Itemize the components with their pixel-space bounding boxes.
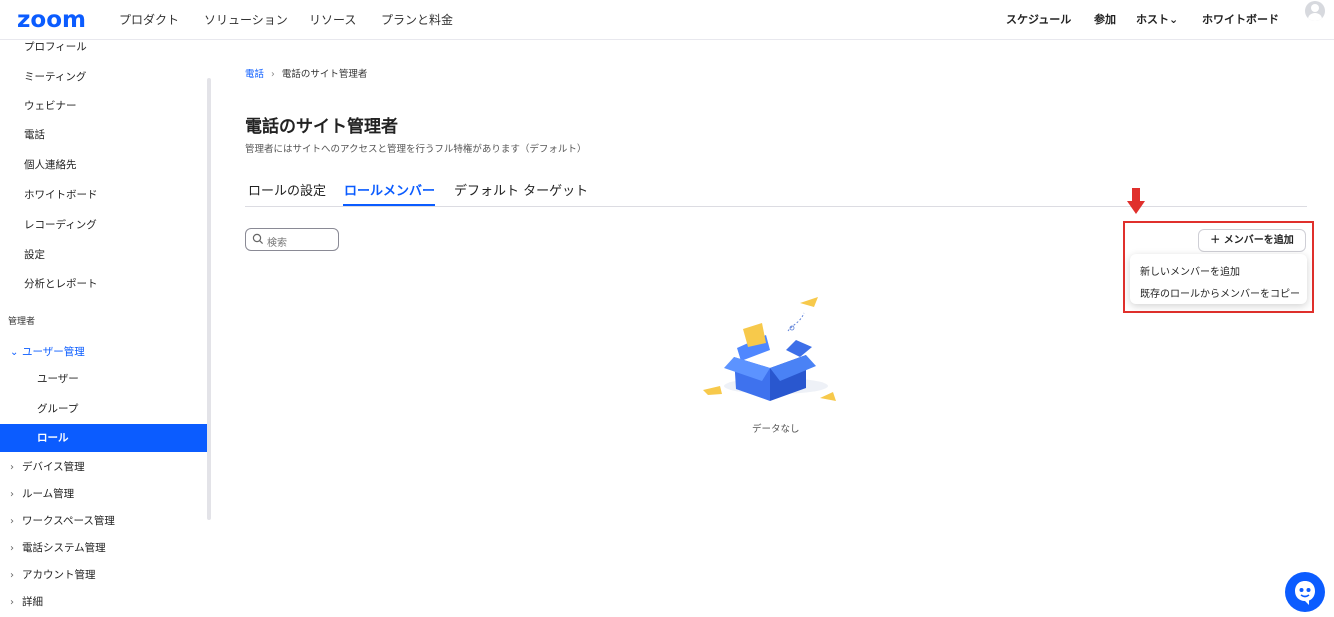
sidebar-item-room-management[interactable]: › ルーム管理 [0,480,207,508]
sidebar-item-recordings[interactable]: レコーディング [0,211,207,239]
page-title: 電話のサイト管理者 [245,117,398,137]
sidebar-item-advanced[interactable]: › 詳細 [0,588,207,616]
chevron-right-icon: › [10,570,14,581]
sidebar-item-workspace-management[interactable]: › ワークスペース管理 [0,507,207,535]
chat-support-button[interactable] [1285,572,1325,612]
tab-role-settings[interactable]: ロールの設定 [248,180,326,199]
sidebar-item-whiteboard[interactable]: ホワイトボード [0,181,207,209]
sidebar-item-label: デバイス管理 [22,461,85,473]
sidebar-item-users[interactable]: ユーザー [0,365,207,393]
chevron-right-icon: › [10,516,14,527]
admin-section-label: 管理者 [8,317,36,327]
sidebar-item-account-management[interactable]: › アカウント管理 [0,561,207,589]
sidebar-item-webinars[interactable]: ウェビナー [0,92,207,120]
sidebar: プロフィール ミーティング ウェビナー 電話 個人連絡先 ホワイトボード レコー… [0,40,212,617]
sidebar-item-reports[interactable]: 分析とレポート [0,270,207,298]
nav-solutions[interactable]: ソリューション [204,11,288,28]
nav-host[interactable]: ホスト⌄ [1136,11,1178,27]
arrow-down-icon [1127,188,1145,214]
tab-role-members[interactable]: ロールメンバー [344,180,435,199]
nav-products[interactable]: プロダクト [119,11,179,28]
sidebar-item-settings[interactable]: 設定 [0,241,207,269]
empty-state-text: データなし [752,424,800,435]
sidebar-item-label: ユーザー管理 [22,346,85,358]
add-member-button[interactable]: ＋ メンバーを追加 [1198,229,1306,252]
sidebar-item-profile[interactable]: プロフィール [0,33,207,61]
sidebar-item-label: 詳細 [22,596,43,608]
menu-item-add-new-member[interactable]: 新しいメンバーを追加 [1140,263,1240,278]
sidebar-item-label: ワークスペース管理 [22,515,115,527]
breadcrumb-current: 電話のサイト管理者 [281,69,368,80]
nav-plans-pricing[interactable]: プランと料金 [381,11,453,28]
nav-join[interactable]: 参加 [1094,11,1116,27]
active-tab-indicator [343,204,435,206]
tab-default-target[interactable]: デフォルト ターゲット [454,180,588,199]
menu-item-copy-from-role[interactable]: 既存のロールからメンバーをコピー [1140,285,1300,300]
breadcrumb-separator: › [271,69,275,80]
sidebar-item-label: ルーム管理 [22,488,75,500]
sidebar-item-meetings[interactable]: ミーティング [0,63,207,91]
search-input[interactable]: 検索 [245,228,339,251]
chevron-right-icon: › [10,462,14,473]
avatar[interactable] [1305,1,1325,21]
sidebar-item-groups[interactable]: グループ [0,395,207,423]
chevron-right-icon: › [10,543,14,554]
sidebar-item-phone[interactable]: 電話 [0,121,207,149]
breadcrumb-link-phone[interactable]: 電話 [245,69,264,80]
sidebar-item-roles[interactable]: ロール [0,424,207,452]
chevron-down-icon: ⌄ [10,347,19,358]
nav-resources[interactable]: リソース [309,11,356,28]
nav-schedule[interactable]: スケジュール [1006,11,1071,27]
sidebar-item-device-management[interactable]: › デバイス管理 [0,453,207,481]
tab-bar: ロールの設定 ロールメンバー デフォルト ターゲット [245,177,1307,207]
nav-whiteboard[interactable]: ホワイトボード [1202,11,1279,27]
chevron-right-icon: › [10,597,14,608]
chat-bot-icon [1295,581,1315,605]
add-member-dropdown-menu: 新しいメンバーを追加 既存のロールからメンバーをコピー [1130,254,1307,304]
search-icon [252,233,264,245]
sidebar-scrollbar[interactable] [207,78,211,520]
search-placeholder: 検索 [267,238,287,249]
zoom-logo[interactable]: zoom [17,7,86,33]
page-subtitle: 管理者にはサイトへのアクセスと管理を行うフル特権があります（デフォルト） [245,144,587,155]
empty-box-illustration [703,297,836,401]
sidebar-item-label: アカウント管理 [22,569,96,581]
chevron-right-icon: › [10,489,14,500]
sidebar-item-phone-system-management[interactable]: › 電話システム管理 [0,534,207,562]
sidebar-item-label: 電話システム管理 [22,542,106,554]
breadcrumb: 電話 › 電話のサイト管理者 [245,66,367,80]
sidebar-item-user-management[interactable]: ⌄ ユーザー管理 [0,338,207,366]
sidebar-item-personal-contacts[interactable]: 個人連絡先 [0,151,207,179]
